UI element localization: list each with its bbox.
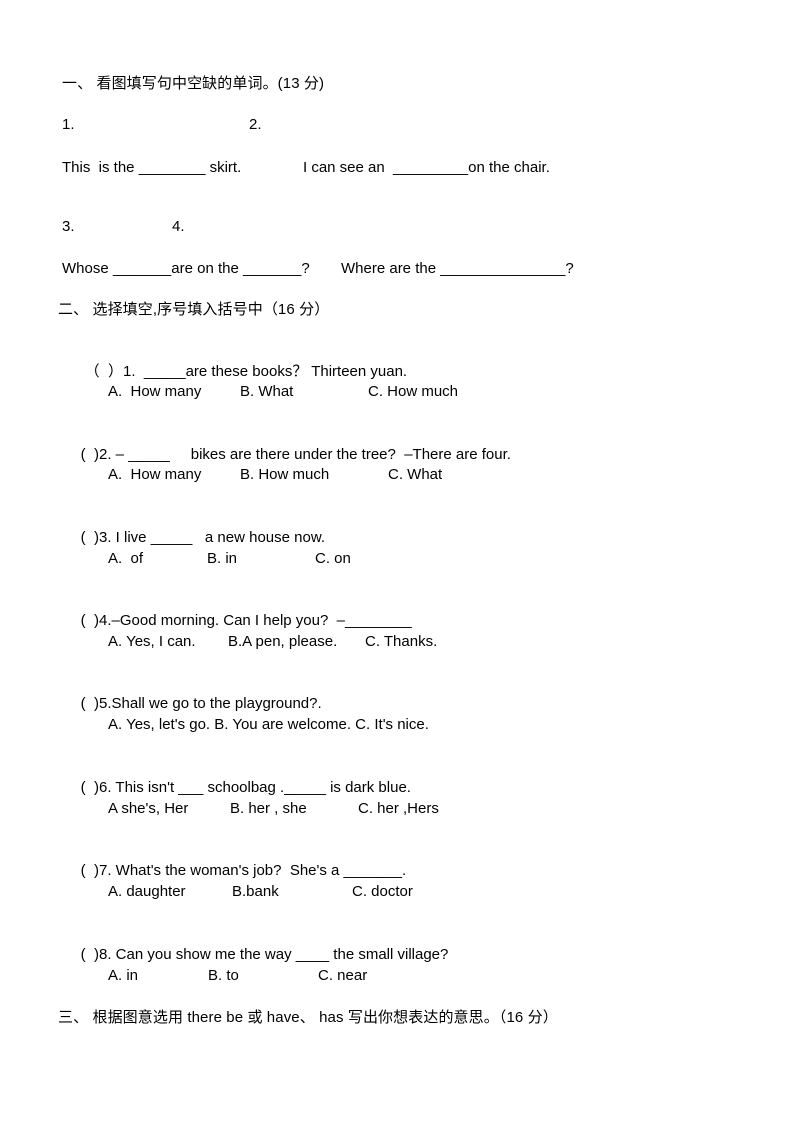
question-3-bracket[interactable]: ( ) bbox=[81, 529, 99, 546]
question-4-stem: –Good morning. Can I help you? –________ bbox=[111, 612, 412, 629]
question-7-number: 7. bbox=[99, 862, 112, 879]
question-1-option-c[interactable]: C. How much bbox=[368, 383, 458, 400]
question-1-option-b[interactable]: B. What bbox=[240, 383, 293, 400]
question-5-options[interactable]: A. Yes, let's go. B. You are welcome. C.… bbox=[108, 716, 429, 733]
picture-label-2: 2. bbox=[249, 116, 262, 133]
question-7-option-a[interactable]: A. daughter bbox=[108, 883, 186, 900]
question-4-option-a[interactable]: A. Yes, I can. bbox=[108, 633, 196, 650]
question-6-stem: This isn't ___ schoolbag ._____ is dark … bbox=[111, 779, 411, 796]
question-2-option-b[interactable]: B. How much bbox=[240, 466, 329, 483]
question-5-number: 5. bbox=[99, 695, 112, 712]
question-6-option-a[interactable]: A she's, Her bbox=[108, 800, 188, 817]
question-3-option-a[interactable]: A. of bbox=[108, 550, 143, 567]
question-7-bracket[interactable]: ( ) bbox=[81, 862, 99, 879]
picture-label-3: 3. bbox=[62, 218, 75, 235]
question-5-bracket[interactable]: ( ) bbox=[81, 695, 99, 712]
question-3-number: 3. bbox=[99, 529, 112, 546]
question-6-option-b[interactable]: B. her , she bbox=[230, 800, 307, 817]
question-6-bracket[interactable]: ( ) bbox=[81, 779, 99, 796]
question-3-option-c[interactable]: C. on bbox=[315, 550, 351, 567]
section-three-heading: 三、 根据图意选用 there be 或 have、 has 写出你想表达的意思… bbox=[58, 1009, 558, 1026]
question-2-stem: – _____ bikes are there under the tree? … bbox=[111, 446, 511, 463]
exam-page: 一、 看图填写句中空缺的单词。(13 分) 1. 2. This is the … bbox=[0, 0, 794, 1123]
question-6-option-c[interactable]: C. her ,Hers bbox=[358, 800, 439, 817]
question-2-bracket[interactable]: ( ) bbox=[81, 446, 99, 463]
question-1-option-a[interactable]: A. How many bbox=[108, 383, 201, 400]
question-8-number: 8. bbox=[99, 946, 112, 963]
fill-in-sentence-3: Whose _______are on the _______? bbox=[62, 260, 310, 277]
picture-label-4: 4. bbox=[172, 218, 185, 235]
question-4-option-c[interactable]: C. Thanks. bbox=[365, 633, 437, 650]
question-2-option-a[interactable]: A. How many bbox=[108, 466, 201, 483]
question-7-option-c[interactable]: C. doctor bbox=[352, 883, 413, 900]
question-8-option-a[interactable]: A. in bbox=[108, 967, 138, 984]
section-one-heading: 一、 看图填写句中空缺的单词。(13 分) bbox=[62, 75, 325, 92]
question-4-number: 4. bbox=[99, 612, 112, 629]
question-8-option-c[interactable]: C. near bbox=[318, 967, 367, 984]
question-3-option-b[interactable]: B. in bbox=[207, 550, 237, 567]
fill-in-sentence-2: I can see an _________on the chair. bbox=[303, 159, 550, 176]
fill-in-sentence-1: This is the ________ skirt. bbox=[62, 159, 242, 176]
section-two-heading: 二、 选择填空,序号填入括号中（16 分） bbox=[58, 301, 330, 318]
question-5-stem: Shall we go to the playground?. bbox=[111, 695, 322, 712]
question-8-bracket[interactable]: ( ) bbox=[81, 946, 99, 963]
fill-in-sentence-4: Where are the _______________? bbox=[341, 260, 574, 277]
question-8-option-b[interactable]: B. to bbox=[208, 967, 239, 984]
question-4-option-b[interactable]: B.A pen, please. bbox=[228, 633, 337, 650]
question-2-number: 2. bbox=[99, 446, 112, 463]
question-8-stem: Can you show me the way ____ the small v… bbox=[111, 946, 449, 963]
question-7-option-b[interactable]: B.bank bbox=[232, 883, 279, 900]
question-4-bracket[interactable]: ( ) bbox=[81, 612, 99, 629]
question-1-number: 1. bbox=[123, 363, 136, 380]
question-1-stem: _____are these books？ Thirteen yuan. bbox=[135, 363, 408, 380]
picture-label-1: 1. bbox=[62, 116, 75, 133]
question-6-number: 6. bbox=[99, 779, 112, 796]
question-3-line: ( )3. I live _____ a new house now. bbox=[64, 508, 325, 568]
question-7-stem: What's the woman's job? She's a _______. bbox=[111, 862, 407, 879]
question-3-stem: I live _____ a new house now. bbox=[111, 529, 325, 546]
question-2-option-c[interactable]: C. What bbox=[388, 466, 442, 483]
question-1-bracket[interactable]: （ ） bbox=[85, 363, 123, 380]
